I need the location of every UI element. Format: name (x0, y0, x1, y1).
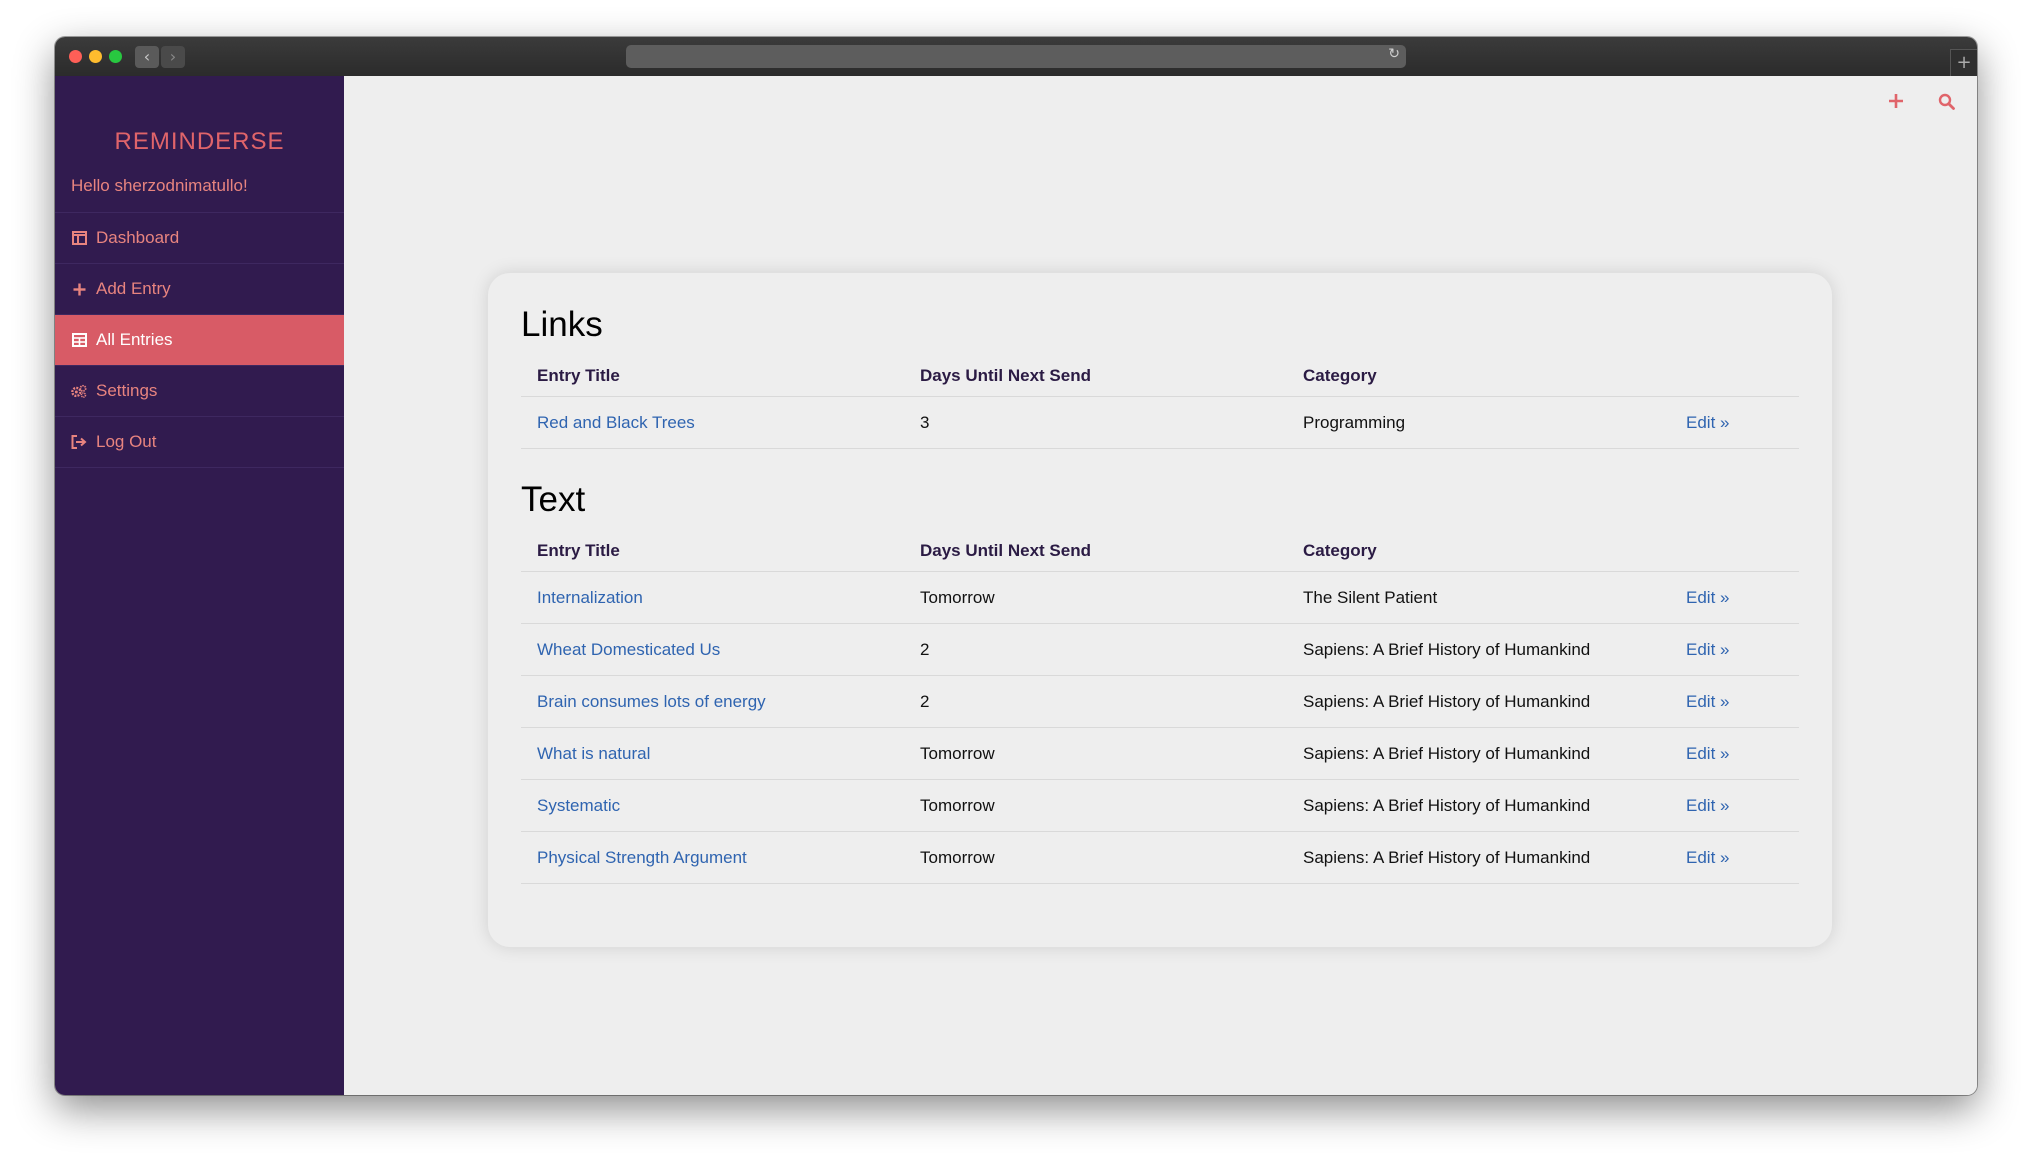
gears-icon (71, 383, 87, 399)
table-header-row: Entry Title Days Until Next Send Categor… (521, 531, 1799, 572)
brand-title[interactable]: REMINDERSE (55, 128, 344, 156)
edit-link[interactable]: Edit » (1670, 831, 1799, 884)
new-tab-button[interactable]: + (1950, 49, 1977, 76)
entry-category: Sapiens: A Brief History of Humankind (1287, 623, 1670, 676)
dashboard-icon (71, 230, 87, 246)
column-header-days: Days Until Next Send (904, 356, 1287, 397)
sidebar-item-all-entries[interactable]: All Entries (55, 315, 344, 366)
entry-title-link[interactable]: What is natural (521, 727, 904, 780)
column-header-entry-title: Entry Title (521, 356, 904, 397)
entry-title-link[interactable]: Physical Strength Argument (521, 831, 904, 884)
search-icon (1938, 93, 1955, 110)
entry-category: Sapiens: A Brief History of Humankind (1287, 675, 1670, 728)
sign-out-icon (71, 434, 87, 450)
column-header-category: Category (1287, 531, 1670, 572)
table-icon (71, 332, 87, 348)
text-table: Entry Title Days Until Next Send Categor… (521, 531, 1799, 884)
reload-icon[interactable]: ↻ (1388, 46, 1400, 62)
entry-days: 3 (904, 396, 1287, 449)
browser-window: ‹ › ↻ + REMINDERSE Hello sherzodnimatull… (55, 37, 1977, 1095)
column-header-category: Category (1287, 356, 1670, 397)
chevron-right-icon: › (169, 47, 177, 66)
entry-days: Tomorrow (904, 727, 1287, 780)
main-content: Links Entry Title Days Until Next Send C… (344, 76, 1977, 1095)
column-header-days: Days Until Next Send (904, 531, 1287, 572)
sidebar-item-dashboard[interactable]: Dashboard (55, 213, 344, 264)
entry-title-link[interactable]: Internalization (521, 571, 904, 624)
edit-link[interactable]: Edit » (1670, 675, 1799, 728)
entry-days: 2 (904, 623, 1287, 676)
add-entry-button[interactable] (1885, 90, 1907, 112)
links-table: Entry Title Days Until Next Send Categor… (521, 356, 1799, 449)
plus-icon: + (1956, 52, 1972, 73)
text-section-title: Text (521, 480, 586, 519)
entry-title-link[interactable]: Brain consumes lots of energy (521, 675, 904, 728)
entry-category: Sapiens: A Brief History of Humankind (1287, 831, 1670, 884)
search-button[interactable] (1935, 90, 1957, 112)
plus-icon (71, 281, 87, 297)
entry-days: 2 (904, 675, 1287, 728)
column-header-action (1670, 356, 1799, 397)
table-row: Physical Strength Argument Tomorrow Sapi… (521, 831, 1799, 884)
sidebar-item-add-entry[interactable]: Add Entry (55, 264, 344, 315)
sidebar: REMINDERSE Hello sherzodnimatullo! Dashb… (55, 76, 344, 1095)
entry-category: Sapiens: A Brief History of Humankind (1287, 779, 1670, 832)
table-header-row: Entry Title Days Until Next Send Categor… (521, 356, 1799, 397)
entry-title-link[interactable]: Red and Black Trees (521, 396, 904, 449)
sidebar-item-label: Settings (96, 381, 158, 400)
entry-title-link[interactable]: Wheat Domesticated Us (521, 623, 904, 676)
sidebar-item-label: Log Out (96, 432, 157, 451)
entries-card: Links Entry Title Days Until Next Send C… (488, 273, 1832, 947)
sidebar-item-settings[interactable]: Settings (55, 366, 344, 417)
edit-link[interactable]: Edit » (1670, 727, 1799, 780)
entry-category: Programming (1287, 396, 1670, 449)
sidebar-item-label: Dashboard (96, 228, 180, 247)
table-row: Systematic Tomorrow Sapiens: A Brief His… (521, 779, 1799, 832)
links-section-title: Links (521, 305, 603, 344)
entry-days: Tomorrow (904, 779, 1287, 832)
user-greeting: Hello sherzodnimatullo! (55, 156, 344, 213)
edit-link[interactable]: Edit » (1670, 571, 1799, 624)
maximize-window-button[interactable] (109, 50, 122, 63)
back-button[interactable]: ‹ (135, 46, 159, 68)
edit-link[interactable]: Edit » (1670, 396, 1799, 449)
forward-button[interactable]: › (161, 46, 185, 68)
edit-link[interactable]: Edit » (1670, 623, 1799, 676)
close-window-button[interactable] (69, 50, 82, 63)
column-header-action (1670, 531, 1799, 572)
sidebar-item-label: Add Entry (96, 279, 171, 298)
plus-icon (1889, 94, 1903, 108)
edit-link[interactable]: Edit » (1670, 779, 1799, 832)
table-row: Red and Black Trees 3 Programming Edit » (521, 396, 1799, 449)
entry-days: Tomorrow (904, 831, 1287, 884)
minimize-window-button[interactable] (89, 50, 102, 63)
entry-category: Sapiens: A Brief History of Humankind (1287, 727, 1670, 780)
table-row: Internalization Tomorrow The Silent Pati… (521, 571, 1799, 624)
address-bar[interactable]: ↻ (626, 45, 1406, 68)
table-row: Wheat Domesticated Us 2 Sapiens: A Brief… (521, 623, 1799, 676)
table-row: Brain consumes lots of energy 2 Sapiens:… (521, 675, 1799, 728)
column-header-entry-title: Entry Title (521, 531, 904, 572)
table-row: What is natural Tomorrow Sapiens: A Brie… (521, 727, 1799, 780)
entry-category: The Silent Patient (1287, 571, 1670, 624)
entry-days: Tomorrow (904, 571, 1287, 624)
sidebar-item-log-out[interactable]: Log Out (55, 417, 344, 468)
chevron-left-icon: ‹ (143, 47, 151, 66)
browser-titlebar: ‹ › ↻ + (55, 37, 1977, 77)
entry-title-link[interactable]: Systematic (521, 779, 904, 832)
sidebar-item-label: All Entries (96, 330, 173, 349)
header-actions (1885, 90, 1957, 112)
